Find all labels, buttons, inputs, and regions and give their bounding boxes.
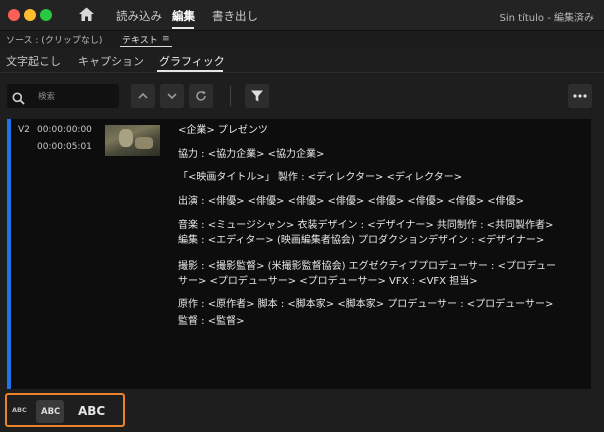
tab-transcript[interactable]: 文字起こし — [6, 53, 61, 69]
credit-line[interactable]: 監督 : <監督> — [178, 315, 244, 329]
window-title: Sin título - 編集済み — [499, 13, 594, 24]
tab-captions[interactable]: キャプション — [78, 53, 144, 69]
credit-line[interactable]: 出演 : <俳優> <俳優> <俳優> <俳優> <俳優> <俳優> <俳優> … — [178, 195, 524, 209]
refresh-icon — [196, 90, 206, 101]
toolbar-divider — [230, 86, 231, 106]
active-menu-indicator — [172, 27, 194, 29]
filter-icon — [251, 90, 263, 102]
credit-line[interactable]: サー> <プロデューサー> <プロデューサー> VFX : <VFX 担当> — [178, 275, 478, 289]
close-window-button[interactable] — [8, 9, 20, 21]
credit-line[interactable]: 撮影 : <撮影監督> (米撮影監督協会) エグゼクティブプロデューサー : <… — [178, 260, 556, 274]
panel-menu-icon[interactable]: ≡ — [162, 34, 170, 44]
search-icon — [12, 90, 25, 105]
selection-indicator — [7, 119, 11, 389]
menu-export[interactable]: 書き出し — [212, 8, 258, 24]
credit-line[interactable]: 原作 : <原作者> 脚本 : <脚本家> <脚本家> プロデューサー : <プ… — [178, 298, 553, 312]
source-label: ソース : (クリップなし) — [6, 36, 103, 46]
previous-result-button[interactable] — [131, 84, 155, 108]
menu-import[interactable]: 読み込み — [116, 8, 162, 24]
credit-line[interactable]: <企業> プレゼンツ — [178, 124, 268, 138]
chevron-up-icon — [138, 92, 148, 99]
credit-line[interactable]: 協力 : <協力企業> <協力企業> — [178, 148, 324, 162]
text-size-large-button[interactable]: ABC — [78, 404, 105, 418]
chevron-down-icon — [167, 93, 177, 100]
tab-graphics[interactable]: グラフィック — [159, 53, 225, 69]
zoom-window-button[interactable] — [40, 9, 52, 21]
track-label: V2 — [18, 125, 30, 135]
next-result-button[interactable] — [160, 84, 184, 108]
refresh-button[interactable] — [189, 84, 213, 108]
home-icon[interactable] — [78, 6, 95, 23]
credit-line[interactable]: 編集 : <エディター> (映画編集者協会) プロダクションデザイン : <デザ… — [178, 234, 544, 248]
timecode-out: 00:00:05:01 — [37, 142, 92, 152]
text-size-medium-button[interactable]: ABC — [41, 407, 60, 417]
more-icon — [573, 94, 587, 98]
filter-button[interactable] — [245, 84, 269, 108]
tab-text[interactable]: テキスト — [122, 33, 158, 46]
timecode-in: 00:00:00:00 — [37, 125, 92, 135]
tab-text-indicator — [120, 46, 172, 47]
search-placeholder: 検索 — [38, 92, 56, 102]
clip-thumbnail[interactable] — [105, 125, 160, 156]
credit-line[interactable]: 「<映画タイトル>」 製作 : <ディレクター> <ディレクター> — [178, 171, 462, 185]
credit-line[interactable]: 音楽 : <ミュージシャン> 衣装デザイン : <デザイナー> 共同制作 : <… — [178, 219, 553, 233]
minimize-window-button[interactable] — [24, 9, 36, 21]
menu-edit[interactable]: 編集 — [172, 8, 195, 24]
text-size-small-button[interactable]: ABC — [12, 406, 27, 414]
divider — [0, 72, 604, 73]
more-options-button[interactable] — [568, 84, 592, 108]
